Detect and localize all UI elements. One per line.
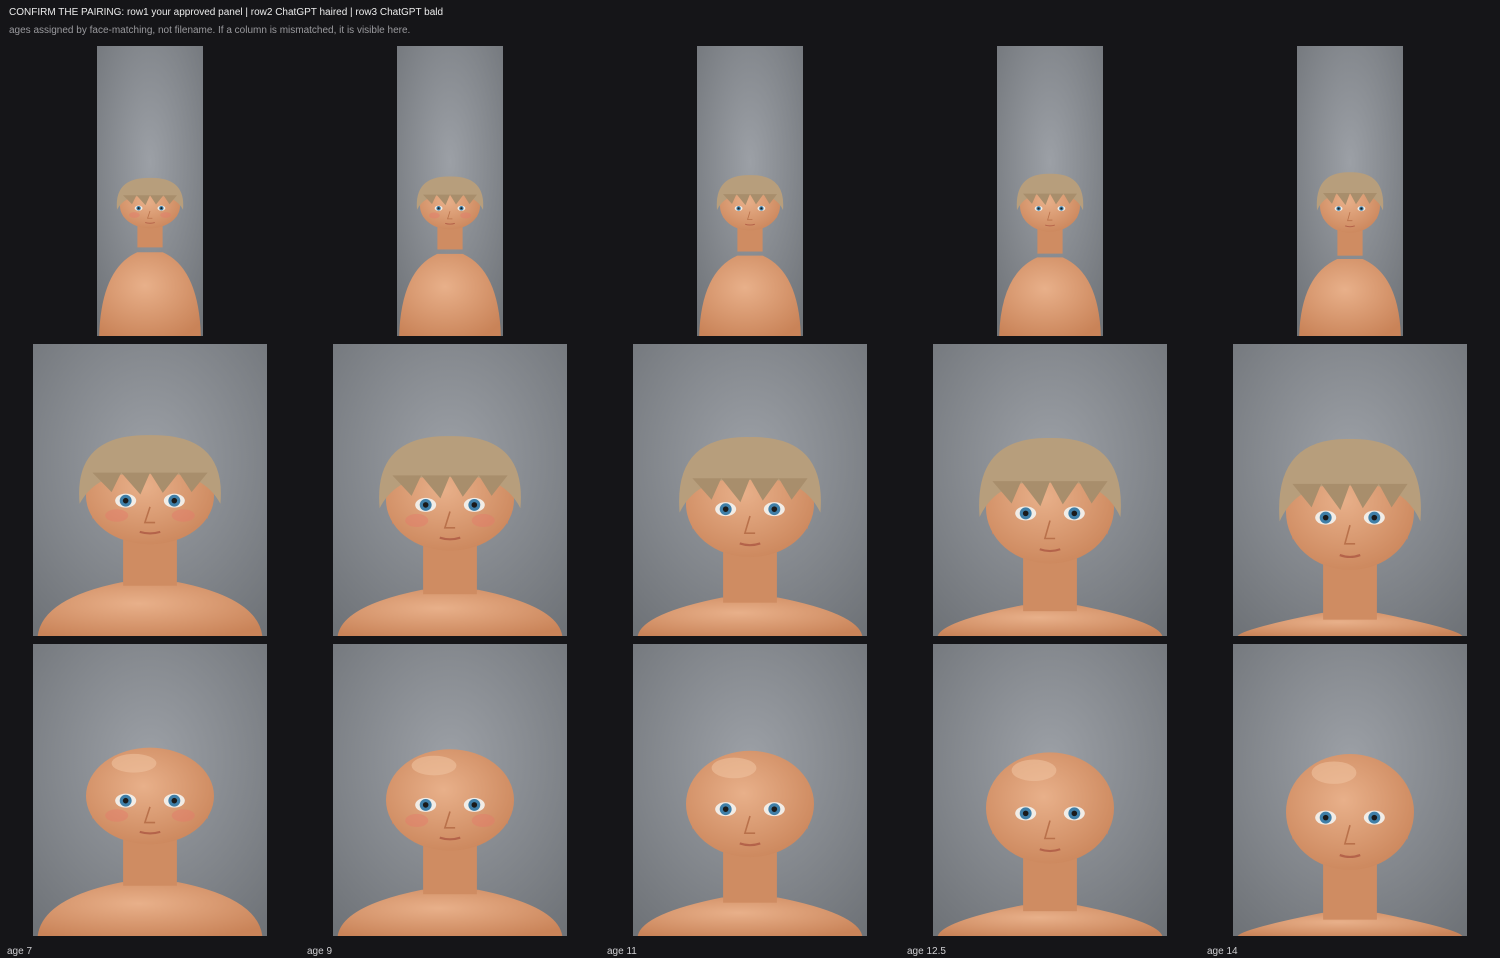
chatgpt-bald-image	[633, 644, 867, 936]
chatgpt-bald-image	[1233, 644, 1467, 936]
chatgpt-bald-image	[33, 644, 267, 936]
chatgpt-haired-image	[633, 344, 867, 636]
column-1: age 7	[0, 0, 300, 957]
age-label: age 7	[7, 946, 33, 957]
approved-panel-image	[1297, 46, 1403, 336]
age-label: age 14	[1207, 946, 1238, 957]
chatgpt-haired-image	[933, 344, 1167, 636]
age-label: age 12.5	[907, 946, 946, 957]
age-label: age 11	[607, 946, 637, 957]
column-5: age 14	[1200, 0, 1500, 957]
approved-panel-image	[97, 46, 203, 336]
column-2: age 9	[300, 0, 600, 957]
age-label: age 9	[307, 946, 333, 957]
chatgpt-bald-image	[933, 644, 1167, 936]
approved-panel-image	[697, 46, 803, 336]
chatgpt-haired-image	[33, 344, 267, 636]
chatgpt-haired-image	[1233, 344, 1467, 636]
chatgpt-haired-image	[333, 344, 567, 636]
column-4: age 12.5	[900, 0, 1200, 957]
column-3: age 11	[600, 0, 900, 957]
approved-panel-image	[397, 46, 503, 336]
chatgpt-bald-image	[333, 644, 567, 936]
comparison-grid: age 7 age 9 age 11 age 12.5 age 14	[0, 0, 1500, 957]
approved-panel-image	[997, 46, 1103, 336]
